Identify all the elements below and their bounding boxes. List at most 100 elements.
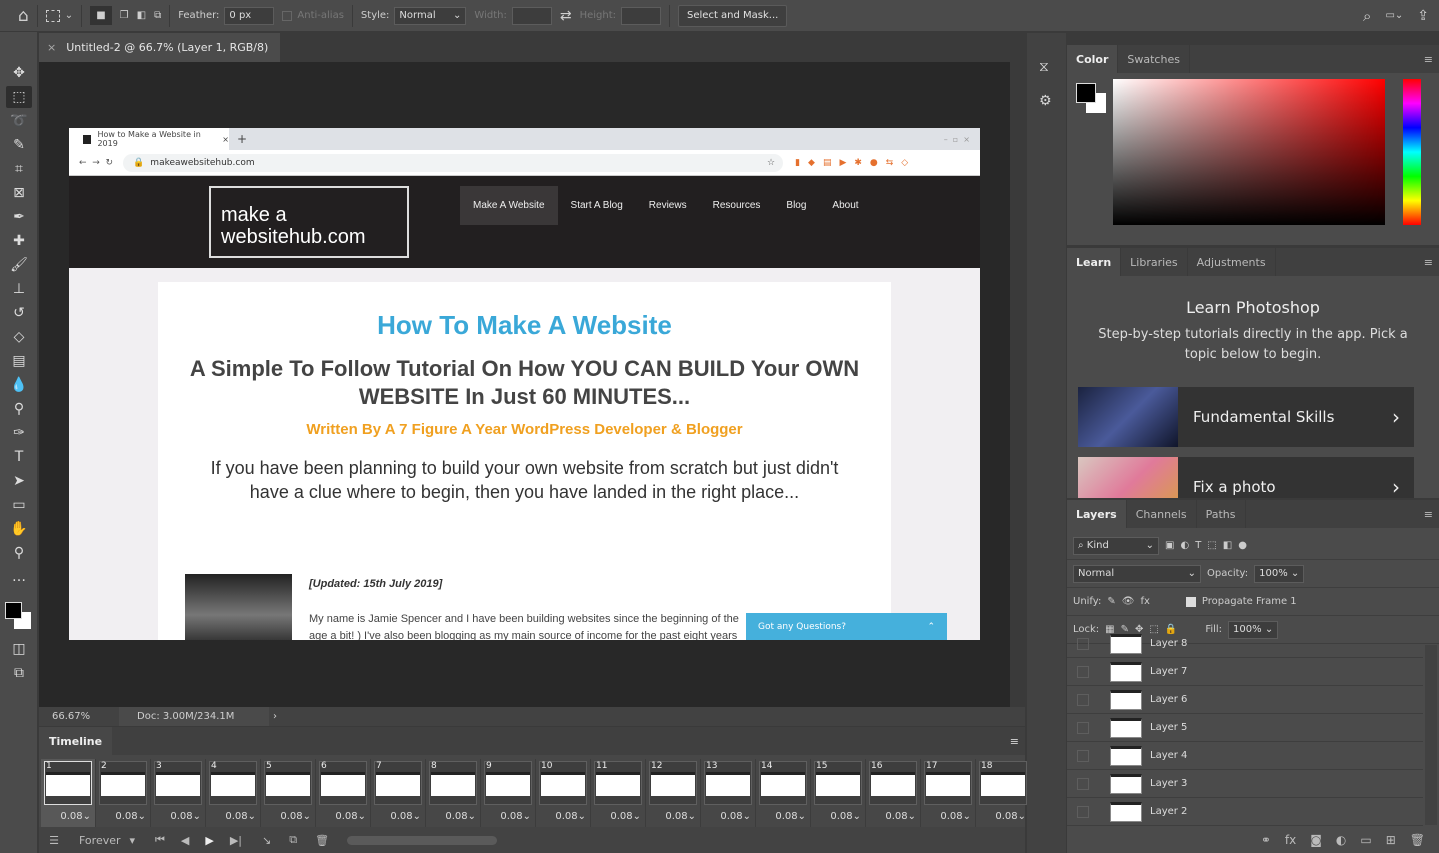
visibility-toggle[interactable] bbox=[1077, 637, 1089, 650]
pen-icon[interactable]: ✑ bbox=[6, 422, 32, 444]
chevron-right-icon[interactable]: › bbox=[273, 711, 277, 722]
style-select[interactable]: Normal ⌄ bbox=[394, 6, 467, 25]
kind-filter[interactable]: ⌕ Kind ⌄ bbox=[1073, 536, 1159, 555]
history-icon[interactable]: ⧖ bbox=[1039, 59, 1066, 75]
dodge-icon[interactable]: ⚲ bbox=[6, 398, 32, 420]
layer-row[interactable]: Layer 4 bbox=[1067, 742, 1423, 770]
timeline-frame[interactable]: 18 0.08⌄ bbox=[976, 759, 1031, 827]
adjustment-layer-icon[interactable]: ◐ bbox=[1336, 833, 1346, 847]
timeline-frame[interactable]: 17 0.08⌄ bbox=[921, 759, 976, 827]
path-select-icon[interactable]: ➤ bbox=[6, 470, 32, 492]
canvas-scrollbar[interactable] bbox=[1010, 62, 1025, 707]
tween-icon[interactable]: ↘ bbox=[262, 834, 271, 847]
home-icon[interactable]: ⌂ bbox=[18, 6, 29, 26]
width-input[interactable] bbox=[511, 6, 552, 25]
tab-color[interactable]: Color bbox=[1067, 45, 1119, 73]
intersect-selection-icon[interactable]: ⧉ bbox=[154, 10, 161, 21]
timeline-frame[interactable]: 5 0.08⌄ bbox=[261, 759, 316, 827]
panel-menu-icon[interactable]: ≡ bbox=[1424, 500, 1433, 528]
timeline-frame[interactable]: 15 0.08⌄ bbox=[811, 759, 866, 827]
tab-layers[interactable]: Layers bbox=[1067, 500, 1127, 528]
document-tab[interactable]: × Untitled-2 @ 66.7% (Layer 1, RGB/8) bbox=[39, 33, 280, 62]
hue-slider[interactable] bbox=[1403, 79, 1421, 225]
properties-icon[interactable]: ⚙ bbox=[1039, 93, 1066, 109]
filter-toggle[interactable]: ● bbox=[1238, 540, 1247, 551]
eyedropper-icon[interactable]: ✒ bbox=[6, 206, 32, 228]
unify-style-icon[interactable]: fx bbox=[1140, 596, 1149, 607]
swap-icon[interactable]: ⇄ bbox=[560, 8, 572, 24]
height-input[interactable] bbox=[621, 6, 662, 25]
timeline-tab[interactable]: Timeline bbox=[39, 727, 113, 755]
timeline-zoom-slider[interactable] bbox=[347, 835, 498, 845]
frame-delay[interactable]: 0.08⌄ bbox=[555, 811, 586, 822]
move-icon[interactable]: ✥ bbox=[6, 62, 32, 84]
workspace-icon[interactable]: ▭⌄ bbox=[1385, 10, 1403, 21]
marquee-preset-icon[interactable]: ⌄ bbox=[45, 9, 73, 22]
shape-filter-icon[interactable]: ⬚ bbox=[1207, 540, 1216, 551]
play-icon[interactable]: ▶ bbox=[205, 834, 213, 847]
foreground-color[interactable] bbox=[5, 602, 22, 619]
timeline-frame[interactable]: 7 0.08⌄ bbox=[371, 759, 426, 827]
frame-delay[interactable]: 0.08⌄ bbox=[665, 811, 696, 822]
pixel-filter-icon[interactable]: ▣ bbox=[1165, 540, 1174, 551]
subtract-selection-icon[interactable]: ◧ bbox=[137, 10, 146, 21]
layer-row[interactable]: Layer 8 bbox=[1067, 630, 1423, 658]
visibility-toggle[interactable] bbox=[1077, 777, 1089, 790]
tab-swatches[interactable]: Swatches bbox=[1118, 45, 1190, 73]
opacity-input[interactable]: 100% ⌄ bbox=[1254, 564, 1305, 583]
visibility-toggle[interactable] bbox=[1077, 721, 1089, 734]
frame-delay[interactable]: 0.08⌄ bbox=[390, 811, 421, 822]
timeline-frame[interactable]: 1 0.08⌄ bbox=[41, 759, 96, 827]
panel-menu-icon[interactable]: ≡ bbox=[1010, 735, 1019, 748]
fx-icon[interactable]: fx bbox=[1285, 833, 1296, 847]
convert-timeline-icon[interactable]: ☰ bbox=[39, 834, 69, 847]
frame-delay[interactable]: 0.08⌄ bbox=[445, 811, 476, 822]
frame-delay[interactable]: 0.08⌄ bbox=[170, 811, 201, 822]
timeline-frame[interactable]: 6 0.08⌄ bbox=[316, 759, 371, 827]
gradient-icon[interactable]: ▤ bbox=[6, 350, 32, 372]
layer-row[interactable]: Layer 5 bbox=[1067, 714, 1423, 742]
timeline-frame[interactable]: 10 0.08⌄ bbox=[536, 759, 591, 827]
delete-layer-icon[interactable]: 🗑 bbox=[1410, 833, 1425, 847]
visibility-toggle[interactable] bbox=[1077, 749, 1089, 762]
blur-icon[interactable]: 💧 bbox=[6, 374, 32, 396]
layer-row[interactable]: Layer 6 bbox=[1067, 686, 1423, 714]
unify-visibility-icon[interactable]: 👁 bbox=[1122, 596, 1135, 607]
hand-icon[interactable]: ✋ bbox=[6, 518, 32, 540]
learn-card-fix-photo[interactable]: Fix a photo › bbox=[1078, 457, 1414, 498]
quick-select-icon[interactable]: ✎ bbox=[6, 134, 32, 156]
healing-icon[interactable]: ✚ bbox=[6, 230, 32, 252]
adjustment-filter-icon[interactable]: ◐ bbox=[1180, 540, 1189, 551]
color-field[interactable] bbox=[1113, 79, 1385, 225]
type-icon[interactable]: T bbox=[6, 446, 32, 468]
panel-menu-icon[interactable]: ≡ bbox=[1424, 248, 1433, 276]
frame-delay[interactable]: 0.08⌄ bbox=[995, 811, 1026, 822]
new-layer-icon[interactable]: ⊞ bbox=[1386, 833, 1396, 847]
first-frame-icon[interactable]: ⏮ bbox=[155, 833, 165, 847]
timeline-frame[interactable]: 14 0.08⌄ bbox=[756, 759, 811, 827]
frame-delay[interactable]: 0.08⌄ bbox=[885, 811, 916, 822]
eraser-icon[interactable]: ◇ bbox=[6, 326, 32, 348]
quick-mask-icon[interactable]: ◫ bbox=[6, 638, 32, 660]
select-and-mask-button[interactable]: Select and Mask... bbox=[678, 4, 788, 27]
frame-delay[interactable]: 0.08⌄ bbox=[280, 811, 311, 822]
propagate-checkbox[interactable] bbox=[1185, 596, 1196, 607]
unify-position-icon[interactable]: ✎ bbox=[1107, 596, 1115, 607]
next-frame-icon[interactable]: ▶| bbox=[230, 834, 242, 847]
visibility-toggle[interactable] bbox=[1077, 693, 1089, 706]
color-swatches[interactable] bbox=[0, 596, 37, 636]
layer-row[interactable]: Layer 3 bbox=[1067, 770, 1423, 798]
tab-libraries[interactable]: Libraries bbox=[1121, 248, 1188, 276]
frame-delay[interactable]: 0.08⌄ bbox=[720, 811, 751, 822]
more-icon[interactable]: … bbox=[6, 566, 32, 588]
frame-delay[interactable]: 0.08⌄ bbox=[775, 811, 806, 822]
stamp-icon[interactable]: ⊥ bbox=[6, 278, 32, 300]
timeline-frame[interactable]: 13 0.08⌄ bbox=[701, 759, 756, 827]
feather-input[interactable]: 0 px bbox=[224, 6, 275, 25]
add-selection-icon[interactable]: ❐ bbox=[120, 10, 129, 21]
duplicate-frame-icon[interactable]: ⧉ bbox=[289, 833, 297, 847]
tab-channels[interactable]: Channels bbox=[1127, 500, 1197, 528]
layer-row[interactable]: Layer 2 bbox=[1067, 798, 1423, 826]
frame-delay[interactable]: 0.08⌄ bbox=[940, 811, 971, 822]
layer-row[interactable]: Layer 7 bbox=[1067, 658, 1423, 686]
